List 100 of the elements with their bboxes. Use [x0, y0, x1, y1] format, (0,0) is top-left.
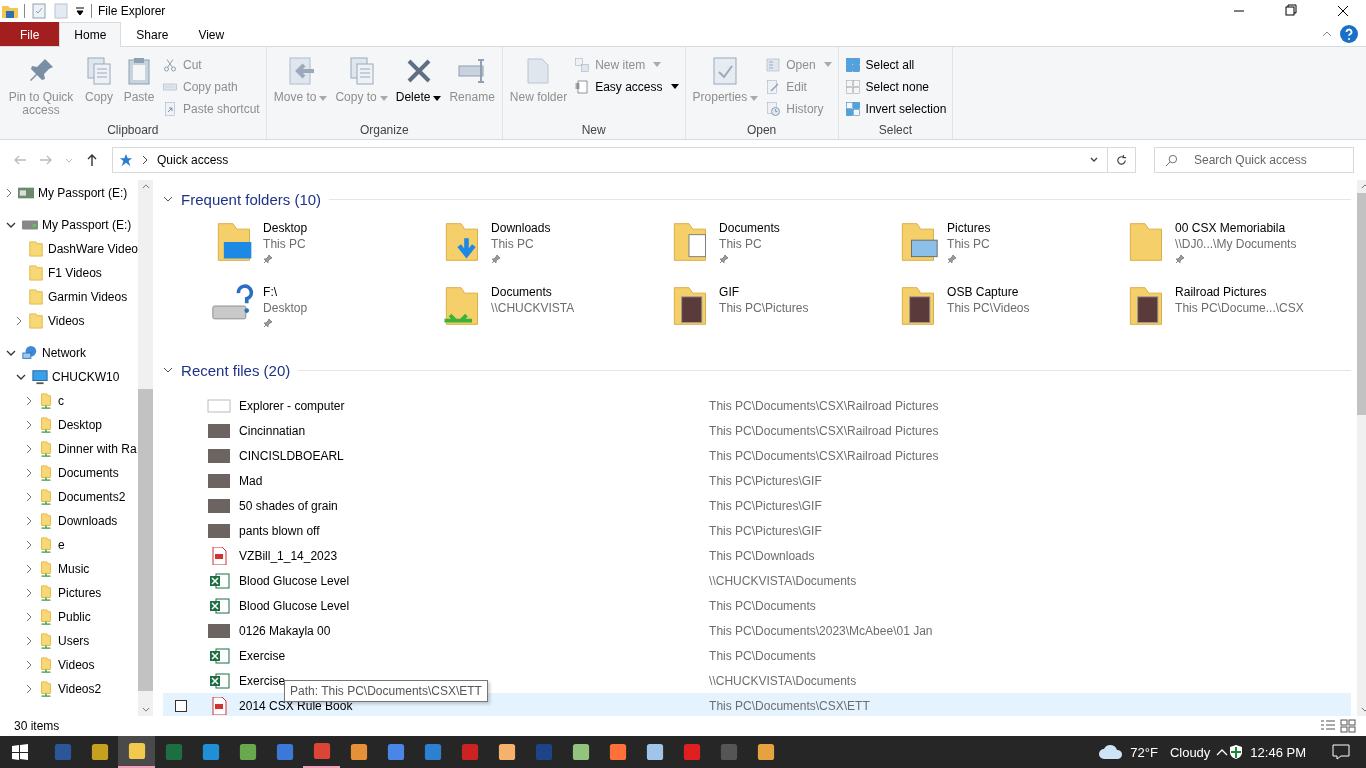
folder-name[interactable]: Railroad Pictures: [1175, 284, 1304, 300]
file-name[interactable]: CINCISLDBOEARL: [239, 448, 710, 463]
folder-name[interactable]: Documents: [491, 284, 575, 300]
file-name[interactable]: Mad: [239, 473, 710, 488]
folder-name[interactable]: GIF: [719, 284, 809, 300]
chevron-down-icon[interactable]: [16, 374, 26, 380]
chevron-right-icon[interactable]: [26, 516, 32, 526]
nav-item[interactable]: My Passport (E:): [38, 186, 128, 200]
section-header[interactable]: Recent files (20): [181, 361, 291, 379]
nav-item[interactable]: Documents: [58, 466, 119, 480]
caret-icon[interactable]: [75, 6, 85, 16]
checkbox[interactable]: [175, 699, 188, 712]
chevron-right-icon[interactable]: [26, 636, 32, 646]
folder-name[interactable]: F:\: [263, 284, 308, 300]
folder-name[interactable]: 00 CSX Memoriabila: [1175, 220, 1297, 236]
file-name[interactable]: 50 shades of grain: [239, 498, 710, 513]
nav-item[interactable]: DashWare Video: [48, 242, 139, 256]
nav-item[interactable]: Music: [58, 562, 90, 576]
ribbon-button[interactable]: Select all: [842, 55, 949, 74]
chevron-right-icon[interactable]: [26, 564, 32, 574]
nav-item[interactable]: Desktop: [58, 418, 103, 432]
ribbon-tab[interactable]: File: [0, 22, 60, 46]
chevron-right-icon[interactable]: [16, 316, 22, 326]
nav-item[interactable]: Videos2: [58, 682, 102, 696]
chevron-right-icon[interactable]: [141, 155, 149, 165]
ribbon-tab[interactable]: Home: [59, 22, 122, 47]
ribbon-button[interactable]: Easy access: [572, 77, 681, 96]
chevron-right-icon[interactable]: [26, 612, 32, 622]
nav-item[interactable]: Garmin Videos: [48, 290, 128, 304]
nav-item[interactable]: e: [58, 538, 65, 552]
file-name[interactable]: 0126 Makayla 00: [239, 623, 710, 638]
file-name[interactable]: Blood Glucose Level: [239, 598, 710, 613]
nav-item[interactable]: Dinner with Ra: [58, 442, 137, 456]
chevron-right-icon[interactable]: [26, 540, 32, 550]
folder-name[interactable]: Desktop: [263, 220, 308, 236]
details-view-icon[interactable]: [1320, 719, 1336, 733]
ribbon-button[interactable]: Delete: [392, 51, 445, 123]
collapse-ribbon-icon[interactable]: [1322, 29, 1332, 39]
nav-item[interactable]: Public: [58, 610, 91, 624]
taskbar-app[interactable]: [118, 736, 155, 768]
shield-icon[interactable]: [1228, 744, 1245, 760]
nav-item[interactable]: Videos: [48, 314, 85, 328]
nav-item[interactable]: Network: [42, 346, 86, 360]
chevron-right-icon[interactable]: [26, 684, 32, 694]
chevron-right-icon[interactable]: [26, 396, 32, 406]
folder-name[interactable]: OSB Capture: [947, 284, 1030, 300]
nav-item[interactable]: c: [58, 394, 64, 408]
chevron-down-icon[interactable]: [6, 222, 16, 228]
nav-item[interactable]: F1 Videos: [48, 266, 102, 280]
nav-item[interactable]: Videos: [58, 658, 95, 672]
shared-folder-icon: [38, 633, 54, 649]
folder-name[interactable]: Downloads: [491, 220, 551, 236]
file-location: This PC\Documents: [709, 598, 816, 613]
search-field[interactable]: Search Quick access: [1154, 147, 1354, 173]
weather-condition[interactable]: Cloudy: [1169, 744, 1211, 760]
caret-icon[interactable]: [670, 84, 679, 89]
temperature[interactable]: 72°F: [1130, 744, 1158, 760]
folder-location: \\DJ0...\My Documents: [1175, 236, 1297, 252]
file-name[interactable]: VZBill_1_14_2023: [239, 548, 710, 563]
file-name[interactable]: pants blown off: [239, 523, 710, 538]
nav-item[interactable]: Pictures: [58, 586, 102, 600]
refresh-button[interactable]: [1108, 147, 1136, 173]
nav-item[interactable]: My Passport (E:): [42, 218, 132, 232]
address-bar[interactable]: Quick access: [112, 147, 1108, 173]
notifications-icon[interactable]: [1332, 744, 1350, 760]
section-header[interactable]: Frequent folders (10): [181, 190, 322, 208]
chevron-right-icon[interactable]: [6, 188, 12, 198]
shortcut-icon: [162, 100, 178, 117]
folder-name[interactable]: Documents: [719, 220, 780, 236]
nav-item[interactable]: Users: [58, 634, 90, 648]
file-location: This PC\Documents\CSX\Railroad Pictures: [709, 423, 939, 438]
file-name[interactable]: Explorer - computer: [239, 398, 710, 413]
help-icon[interactable]: [1340, 25, 1358, 43]
file-name[interactable]: Exercise: [239, 648, 710, 663]
chevron-down-icon[interactable]: [6, 350, 16, 356]
chevron-right-icon[interactable]: [26, 492, 32, 502]
ribbon-button[interactable]: Select none: [842, 77, 949, 96]
clock-time[interactable]: 12:46 PM: [1250, 744, 1306, 760]
chevron-right-icon[interactable]: [26, 468, 32, 478]
large-icons-view-icon[interactable]: [1340, 719, 1356, 733]
file-name[interactable]: Cincinnatian: [239, 423, 710, 438]
photo-placeholder: [207, 521, 232, 540]
folder-name[interactable]: Pictures: [947, 220, 991, 236]
ribbon-button[interactable]: Invert selection: [842, 99, 949, 118]
windows-logo-icon[interactable]: [12, 744, 28, 760]
nav-item[interactable]: Downloads: [58, 514, 118, 528]
scrollbar[interactable]: [138, 180, 154, 716]
nav-item[interactable]: CHUCKW10: [52, 370, 120, 384]
caret-icon[interactable]: [433, 96, 442, 101]
chevron-right-icon[interactable]: [26, 588, 32, 598]
nav-item[interactable]: Documents2: [58, 490, 126, 504]
chevron-right-icon[interactable]: [26, 660, 32, 670]
ribbon-tab[interactable]: View: [183, 22, 240, 46]
file-name[interactable]: Blood Glucose Level: [239, 573, 710, 588]
ribbon-tab[interactable]: Share: [121, 22, 184, 46]
photo-placeholder: [207, 621, 232, 640]
chevron-right-icon[interactable]: [26, 420, 32, 430]
chevron-down-icon[interactable]: [163, 194, 174, 204]
chevron-right-icon[interactable]: [26, 444, 32, 454]
chevron-down-icon[interactable]: [163, 365, 174, 375]
